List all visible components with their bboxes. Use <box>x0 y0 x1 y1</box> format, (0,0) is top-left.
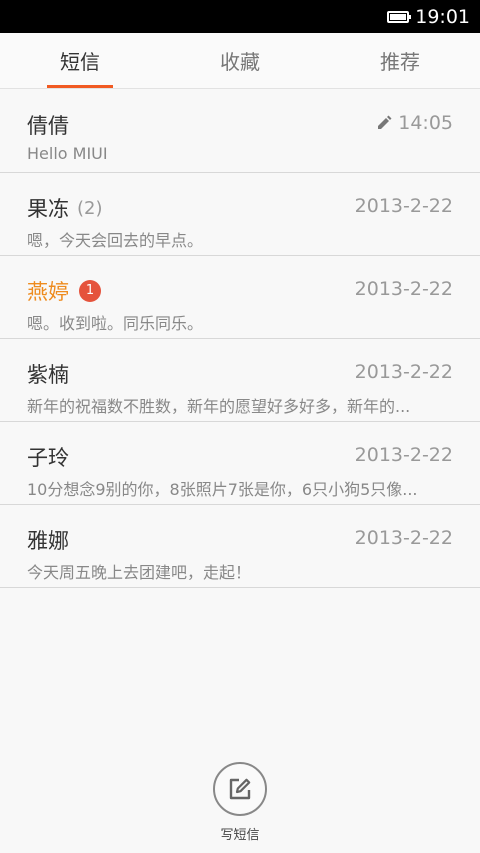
compose-area: 写短信 <box>0 762 480 843</box>
contact-name: 燕婷 1 <box>27 276 101 306</box>
message-item[interactable]: 果冻 (2) 2013-2-22 嗯，今天会回去的早点。 <box>0 173 480 256</box>
message-time: 2013-2-22 <box>354 527 453 549</box>
message-count: (2) <box>77 197 103 219</box>
unread-badge: 1 <box>79 280 101 302</box>
contact-name: 紫楠 <box>27 363 69 387</box>
compose-label: 写短信 <box>220 828 260 843</box>
message-item[interactable]: 雅娜 2013-2-22 今天周五晚上去团建吧，走起！ <box>0 505 480 588</box>
message-item[interactable]: 子玲 2013-2-22 10分想念9别的你，8张照片7张是你，6只小狗5只像.… <box>0 422 480 505</box>
tab-recommended[interactable]: 推荐 <box>320 33 480 88</box>
message-preview: 嗯，今天会回去的早点。 <box>27 231 204 250</box>
message-time: 2013-2-22 <box>354 278 453 300</box>
message-time: 2013-2-22 <box>354 195 453 217</box>
message-item[interactable]: 倩倩 14:05 Hello MIUI <box>0 90 480 173</box>
tab-sms[interactable]: 短信 <box>0 33 160 88</box>
message-item[interactable]: 紫楠 2013-2-22 新年的祝福数不胜数，新年的愿望好多好多，新年的... <box>0 339 480 422</box>
contact-name: 果冻 (2) <box>27 197 103 221</box>
tab-favorites[interactable]: 收藏 <box>160 33 320 88</box>
message-time: 2013-2-22 <box>354 444 453 466</box>
pencil-icon <box>378 115 392 129</box>
message-time: 14:05 <box>376 112 453 134</box>
battery-icon <box>387 10 412 23</box>
contact-name: 倩倩 <box>27 114 69 138</box>
message-preview: 10分想念9别的你，8张照片7张是你，6只小狗5只像... <box>27 480 418 499</box>
contact-name: 雅娜 <box>27 529 69 553</box>
contact-name: 子玲 <box>27 446 69 470</box>
message-time: 2013-2-22 <box>354 361 453 383</box>
status-bar: 19:01 <box>0 0 480 33</box>
tab-bar: 短信 收藏 推荐 <box>0 33 480 89</box>
status-time: 19:01 <box>415 5 470 28</box>
message-preview: 新年的祝福数不胜数，新年的愿望好多好多，新年的... <box>27 397 411 416</box>
message-preview: Hello MIUI <box>27 144 108 163</box>
message-preview: 今天周五晚上去团建吧，走起！ <box>27 563 252 582</box>
message-preview: 嗯。收到啦。同乐同乐。 <box>27 314 204 333</box>
compose-button[interactable] <box>213 762 267 816</box>
compose-icon <box>229 778 251 800</box>
message-list: 倩倩 14:05 Hello MIUI 果冻 (2) 2013-2-22 嗯，今… <box>0 90 480 588</box>
message-item[interactable]: 燕婷 1 2013-2-22 嗯。收到啦。同乐同乐。 <box>0 256 480 339</box>
